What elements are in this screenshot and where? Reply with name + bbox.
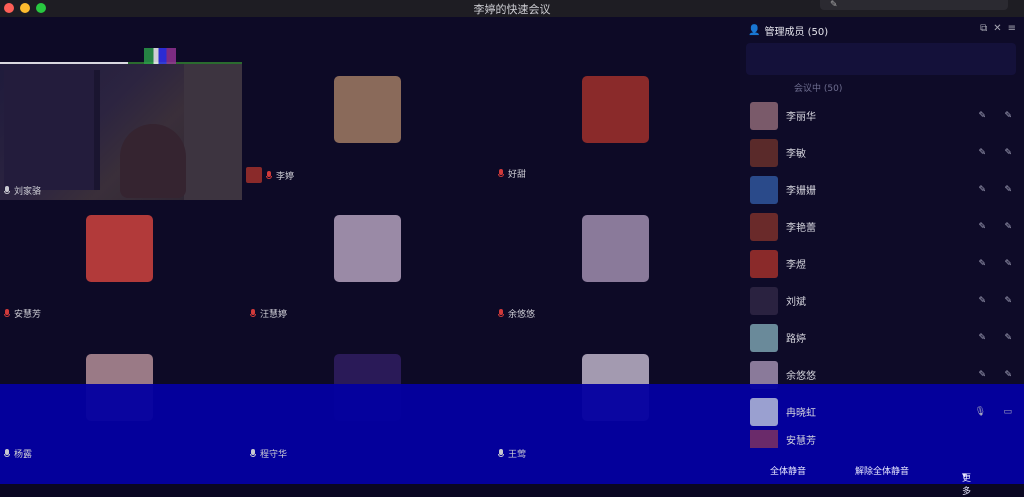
unmute-all-button[interactable]: 解除全体静音	[855, 464, 909, 477]
camera-icon[interactable]: ▭	[1003, 407, 1012, 417]
members-panel-header: 👤 管理成员 (50)	[748, 25, 829, 38]
pin-icon: ✎	[830, 0, 838, 10]
tile-4-name-label: 汪慧婷	[250, 307, 287, 320]
menu-icon[interactable]: ≡	[1008, 23, 1016, 34]
member-row[interactable]: 李姗姗 ✎ ✎	[740, 171, 1024, 208]
tile-3-name-label: 安慧芳	[4, 307, 41, 320]
mic-icon[interactable]: ✎	[978, 222, 986, 232]
mic-icon[interactable]: ✎	[978, 370, 986, 380]
camera-icon[interactable]: ✎	[1004, 185, 1012, 195]
camera-icon[interactable]: ✎	[1004, 296, 1012, 306]
chevron-down-icon: ▾	[962, 470, 967, 481]
window-controls	[4, 3, 46, 13]
mic-icon	[4, 449, 10, 458]
mute-all-button[interactable]: 全体静音	[770, 464, 806, 477]
member-avatar	[750, 286, 778, 315]
minimize-window-button[interactable]	[20, 3, 30, 13]
popout-icon[interactable]: ⧉	[980, 23, 987, 34]
member-avatar	[750, 360, 778, 389]
camera-icon[interactable]: ✎	[1004, 111, 1012, 121]
camera-icon[interactable]: ✎	[1004, 222, 1012, 232]
top-toolbar-button[interactable]: ✎	[820, 0, 1008, 10]
tile-8-avatar[interactable]	[582, 354, 649, 421]
mic-icon[interactable]: 🎙	[975, 407, 986, 417]
mic-muted-icon	[498, 309, 504, 318]
zoom-window-button[interactable]	[36, 3, 46, 13]
mic-icon[interactable]: ✎	[978, 111, 986, 121]
tile-0-camera-feed[interactable]	[0, 64, 242, 200]
mic-icon	[498, 449, 504, 458]
camera-icon[interactable]: ✎	[1004, 148, 1012, 158]
mic-icon[interactable]: ✎	[978, 296, 986, 306]
mic-muted-icon	[4, 309, 10, 318]
tile-7-name-label: 程守华	[250, 447, 287, 460]
member-row[interactable]: 李敏 ✎ ✎	[740, 134, 1024, 171]
tile-7-avatar[interactable]	[334, 354, 401, 421]
members-icon: 👤	[748, 25, 761, 36]
member-avatar	[750, 138, 778, 167]
tile-8-name-label: 王莺	[498, 447, 526, 460]
mic-icon[interactable]: ✎	[978, 148, 986, 158]
member-row[interactable]: 李煜 ✎ ✎	[740, 245, 1024, 282]
member-avatar	[750, 323, 778, 352]
user-thumbnail-icon	[246, 167, 262, 183]
title-bar: 李婷的快速会议 ✎	[0, 0, 1024, 17]
mic-icon[interactable]: ✎	[978, 185, 986, 195]
close-window-button[interactable]	[4, 3, 14, 13]
camera-icon[interactable]: ✎	[1004, 333, 1012, 343]
member-row[interactable]: 李艳蕾 ✎ ✎	[740, 208, 1024, 245]
members-panel: 👤 管理成员 (50) ⧉ ✕ ≡ 会议中 (50) 李丽华 ✎ ✎ 李敏 ✎ …	[740, 17, 1024, 497]
member-avatar	[750, 397, 778, 426]
member-row[interactable]: 路婷 ✎ ✎	[740, 319, 1024, 356]
member-avatar	[750, 212, 778, 241]
member-row[interactable]: 安慧芳	[740, 430, 1024, 448]
tile-2-name-label: 好甜	[498, 167, 526, 180]
section-label: 会议中 (50)	[794, 84, 843, 94]
member-row[interactable]: 冉晓虹 🎙 ▭	[740, 393, 1024, 430]
tile-5-avatar[interactable]	[582, 215, 649, 282]
member-row[interactable]: 刘斌 ✎ ✎	[740, 282, 1024, 319]
camera-icon[interactable]: ✎	[1004, 370, 1012, 380]
member-avatar	[750, 249, 778, 278]
participant-silhouette	[120, 124, 186, 198]
tile-3-avatar[interactable]	[86, 215, 153, 282]
tile-1-name-label: 李婷	[246, 167, 294, 183]
member-row[interactable]: 余悠悠 ✎ ✎	[740, 356, 1024, 393]
members-panel-footer: 全体静音 解除全体静音 更多 ▾	[740, 457, 1024, 497]
mic-muted-icon	[250, 309, 256, 318]
member-row[interactable]: 李丽华 ✎ ✎	[740, 97, 1024, 134]
close-panel-icon[interactable]: ✕	[993, 23, 1001, 34]
wall	[184, 64, 242, 200]
tile-4-avatar[interactable]	[334, 215, 401, 282]
member-search-input[interactable]	[746, 43, 1016, 75]
mic-muted-icon	[266, 170, 272, 180]
bookshelf	[4, 70, 100, 190]
tile-0-name-label: 刘家骆	[4, 184, 41, 197]
tile-5-name-label: 余悠悠	[498, 307, 535, 320]
camera-icon[interactable]: ✎	[1004, 259, 1012, 269]
mic-icon	[250, 449, 256, 458]
mic-icon[interactable]: ✎	[978, 259, 986, 269]
tile-6-name-label: 杨露	[4, 447, 32, 460]
member-avatar	[750, 101, 778, 130]
video-grid: 刘家骆 李婷 好甜 安慧芳 汪慧婷 余悠悠 杨露 程守华 王莺	[0, 17, 740, 484]
mic-muted-icon	[498, 169, 504, 178]
member-avatar	[750, 430, 778, 448]
tile-6-avatar[interactable]	[86, 354, 153, 421]
window-title: 李婷的快速会议	[473, 2, 551, 16]
member-avatar	[750, 175, 778, 204]
mic-icon	[4, 186, 10, 195]
panel-tools: ⧉ ✕ ≡	[980, 23, 1016, 34]
mic-icon[interactable]: ✎	[978, 333, 986, 343]
tile-1-avatar[interactable]	[334, 76, 401, 143]
tile-2-avatar[interactable]	[582, 76, 649, 143]
